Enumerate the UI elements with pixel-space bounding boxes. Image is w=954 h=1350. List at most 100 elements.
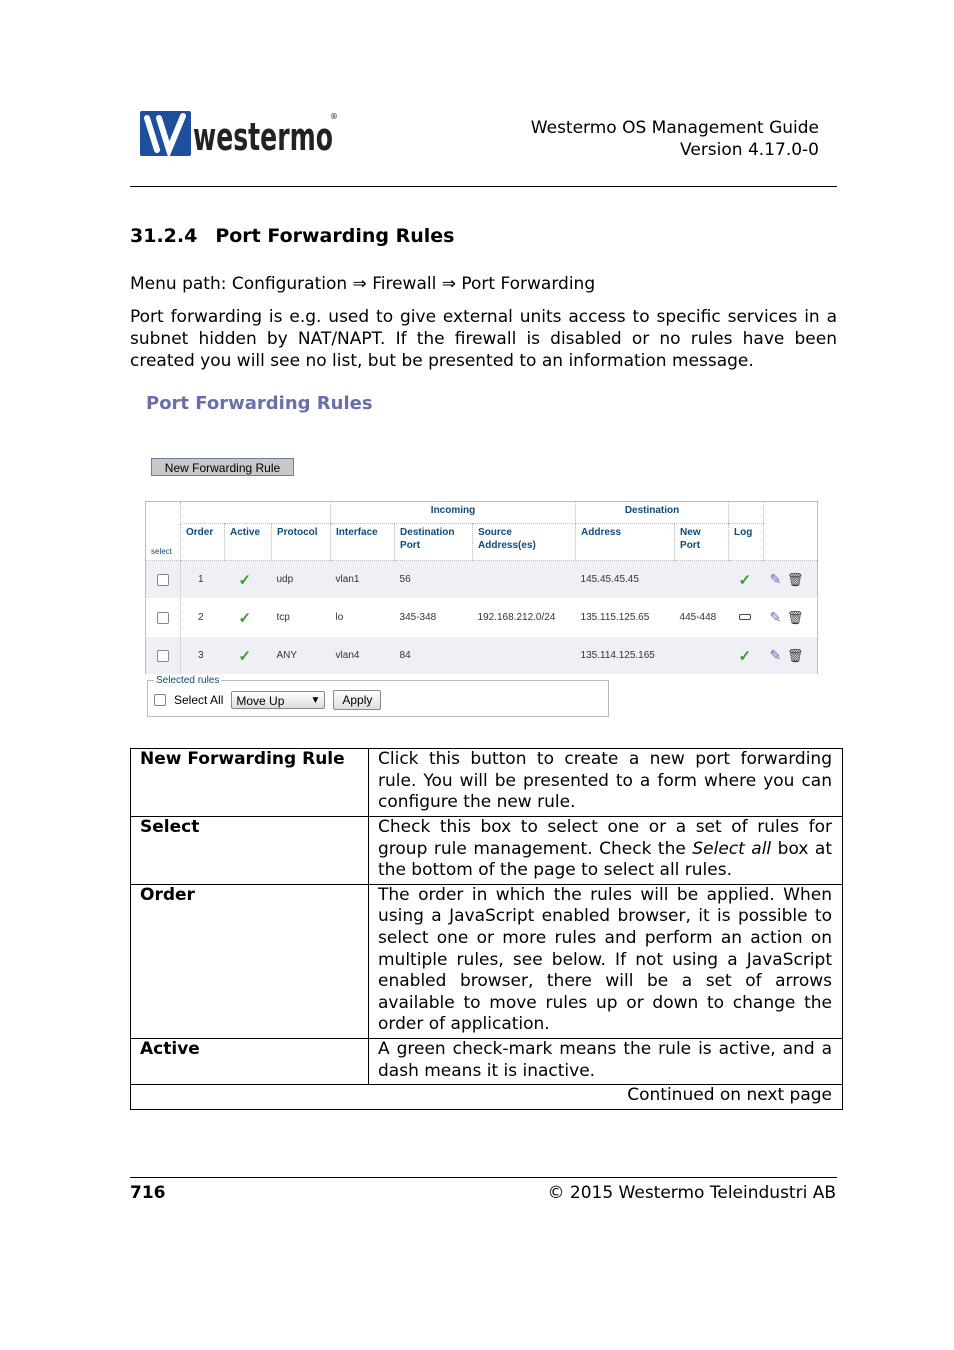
cell-destination-port: 56 <box>394 560 473 599</box>
cell-active: ✓ <box>224 598 272 637</box>
header-divider <box>130 186 837 187</box>
check-icon: ✓ <box>238 571 252 589</box>
group-destination: Destination <box>575 501 729 524</box>
select-all-label: Select All <box>174 693 224 707</box>
cell-protocol: ANY <box>271 636 331 675</box>
col-source-addresses: Source Address(es) <box>472 523 576 561</box>
cell-log: ✓ <box>728 636 764 675</box>
desc-row: Order The order in which the rules will b… <box>130 883 843 1039</box>
check-icon: ✓ <box>238 647 252 665</box>
cell-protocol: udp <box>271 560 331 599</box>
footer-divider <box>130 1177 837 1178</box>
col-order: Order <box>180 523 225 561</box>
col-active: Active <box>224 523 272 561</box>
desc-text: A green check-mark means the rule is act… <box>368 1037 843 1086</box>
selected-rules-group: Selected rules Select All Move Up ▼ Apply <box>147 675 609 717</box>
cell-actions: ✎ 🗑 <box>763 560 818 599</box>
cell-interface: vlan1 <box>330 560 395 599</box>
desc-text: The order in which the rules will be app… <box>368 883 843 1039</box>
desc-text: Check this box to select one or a set of… <box>368 816 843 885</box>
actions-header <box>763 501 818 561</box>
cell-order: 1 <box>180 560 225 599</box>
continued-note: Continued on next page <box>130 1084 843 1110</box>
screenshot-title: Port Forwarding Rules <box>146 393 373 414</box>
row-select-cell <box>145 560 181 599</box>
copyright: © 2015 Westermo Teleindustri AB <box>547 1183 836 1203</box>
group-incoming: Incoming <box>330 501 576 524</box>
col-address: Address <box>575 523 675 561</box>
col-destination-port: Destination Port <box>394 523 473 561</box>
col-log: Log <box>728 523 764 561</box>
cell-destination-port: 345-348 <box>394 598 473 637</box>
cell-protocol: tcp <box>271 598 331 637</box>
check-icon: ✓ <box>738 571 752 589</box>
col-new-port: New Port <box>674 523 729 561</box>
row-select-checkbox[interactable] <box>157 573 169 586</box>
cell-address: 135.114.125.165 <box>575 636 675 675</box>
edit-pencil-icon[interactable]: ✎ <box>770 647 782 663</box>
desc-row: Active A green check-mark means the rule … <box>130 1037 843 1086</box>
new-forwarding-rule-button[interactable]: New Forwarding Rule <box>151 458 294 476</box>
westermo-logo: westermo ® <box>139 110 339 162</box>
check-icon: ✓ <box>238 609 252 627</box>
trash-icon[interactable]: 🗑 <box>787 572 804 587</box>
col-select: select <box>145 501 181 561</box>
col-interface: Interface <box>330 523 395 561</box>
guide-version: Version 4.17.0-0 <box>680 140 819 160</box>
row-select-checkbox[interactable] <box>157 611 169 624</box>
action-dropdown[interactable]: Move Up ▼ <box>231 691 326 709</box>
svg-text:westermo: westermo <box>193 115 333 158</box>
cell-actions: ✎ 🗑 <box>763 598 818 637</box>
select-all-checkbox[interactable] <box>154 694 166 706</box>
cell-destination-port: 84 <box>394 636 473 675</box>
rules-table: select Incoming Destination Order Active… <box>145 501 819 675</box>
desc-term: Select <box>130 816 369 885</box>
trash-icon[interactable]: 🗑 <box>787 610 804 625</box>
cell-active: ✓ <box>224 636 272 675</box>
table-row: 2 ✓ tcp lo 345-348 192.168.212.0/24 135.115.12… <box>145 598 818 637</box>
trash-icon[interactable]: 🗑 <box>787 648 804 663</box>
action-dropdown-value: Move Up <box>236 694 285 708</box>
desc-text-emphasis: Select all <box>692 838 772 859</box>
edit-pencil-icon[interactable]: ✎ <box>770 571 782 587</box>
apply-button[interactable]: Apply <box>333 690 382 710</box>
desc-row: Select Check this box to select one or a … <box>130 816 843 885</box>
table-row: 1 ✓ udp vlan1 56 145.45.45.45 ✓ ✎ 🗑 <box>145 560 818 599</box>
desc-term: New Forwarding Rule <box>130 748 369 817</box>
row-select-cell <box>145 598 181 637</box>
guide-title: Westermo OS Management Guide <box>530 118 819 138</box>
cell-source: 192.168.212.0/24 <box>472 598 576 637</box>
cell-new-port: 445-448 <box>674 598 729 637</box>
check-icon: ✓ <box>738 647 752 665</box>
cell-source <box>472 560 576 599</box>
cell-address: 135.115.125.65 <box>575 598 675 637</box>
group-spacer <box>179 501 331 524</box>
section-heading: 31.2.4 Port Forwarding Rules <box>130 225 472 247</box>
cell-interface: lo <box>330 598 395 637</box>
group-spacer <box>728 501 764 524</box>
page-number: 716 <box>130 1183 166 1203</box>
menu-path: Menu path: Configuration ⇒ Firewall ⇒ Po… <box>130 274 596 294</box>
cell-active: ✓ <box>224 560 272 599</box>
cell-new-port <box>674 560 729 599</box>
row-select-checkbox[interactable] <box>157 649 169 662</box>
dash-icon <box>738 614 751 620</box>
cell-new-port <box>674 636 729 675</box>
row-select-cell <box>145 636 181 675</box>
desc-term: Active <box>130 1037 369 1086</box>
selected-rules-legend: Selected rules <box>156 675 220 686</box>
section-title: Port Forwarding Rules <box>215 225 455 247</box>
desc-row: New Forwarding Rule Click this button to … <box>130 748 843 817</box>
desc-text: Click this button to create a new port f… <box>368 748 843 817</box>
cell-log <box>728 598 764 637</box>
cell-actions: ✎ 🗑 <box>763 636 818 675</box>
cell-interface: vlan4 <box>330 636 395 675</box>
dropdown-arrow-icon: ▼ <box>310 695 321 706</box>
table-row: 3 ✓ ANY vlan4 84 135.114.125.165 ✓ ✎ 🗑 <box>145 636 818 675</box>
svg-text:®: ® <box>330 112 338 121</box>
cell-order: 3 <box>180 636 225 675</box>
edit-pencil-icon[interactable]: ✎ <box>770 609 782 625</box>
cell-address: 145.45.45.45 <box>575 560 675 599</box>
cell-source <box>472 636 576 675</box>
intro-paragraph: Port forwarding is e.g. used to give ext… <box>130 307 837 371</box>
